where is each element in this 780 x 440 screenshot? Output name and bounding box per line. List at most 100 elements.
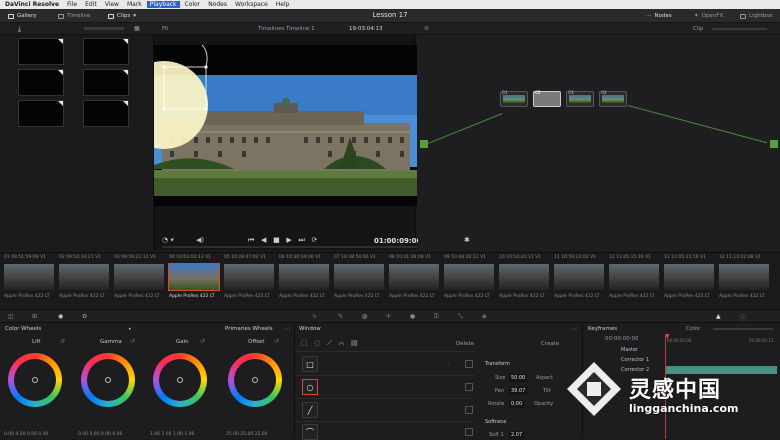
more-options-icon[interactable]: ⋯ <box>284 326 290 333</box>
node-mode-dropdown[interactable]: Clip <box>693 26 703 32</box>
clip-thumbnail[interactable]: 09 10:48:20:12 V1 Apple ProRes 422 LT <box>442 253 496 308</box>
gallery-still[interactable] <box>18 69 64 96</box>
camera-raw-icon[interactable]: ◫ <box>8 313 18 321</box>
clip-thumbnail[interactable]: 06 10:30:34:06 V1 Apple ProRes 422 LT <box>277 253 331 308</box>
curve-window-button[interactable]: ⌒ <box>302 424 318 440</box>
circle-tool-icon[interactable]: ◌ <box>314 339 320 347</box>
menu-mark[interactable]: Mark <box>127 1 142 8</box>
more-options-icon[interactable]: ⋯ <box>571 326 577 333</box>
blur-icon[interactable]: ● <box>410 313 420 321</box>
viewer-mode-icon[interactable]: ◔ ▾ <box>162 236 174 244</box>
clip-thumbnail[interactable]: 10 10:54:41:11 V1 Apple ProRes 422 LT <box>497 253 551 308</box>
tracker-icon[interactable]: ✛ <box>386 313 396 321</box>
keyframes-zoom-slider[interactable] <box>713 328 773 330</box>
window-enable-checkbox[interactable] <box>465 383 473 391</box>
clip-thumbnail[interactable]: 01 09:51:59:09 V1 Apple ProRes 422 LT <box>2 253 56 308</box>
clip-thumbnail-selected[interactable]: 04 10:03:04:13 V1 Apple ProRes 422 LT <box>167 253 221 308</box>
menu-help[interactable]: Help <box>276 1 290 8</box>
scopes-icon[interactable]: ▲ <box>716 313 726 321</box>
reset-gain-icon[interactable]: ↺ <box>200 338 205 345</box>
sizing-icon[interactable]: ⤡ <box>458 313 468 321</box>
keyframes-mode-dropdown[interactable]: Color <box>686 326 700 332</box>
curve-tool-icon[interactable]: ⌒ <box>339 339 345 347</box>
qualifier-icon[interactable]: ✎ <box>338 313 348 321</box>
menu-nodes[interactable]: Nodes <box>208 1 227 8</box>
clip-thumbnail[interactable]: 14 11:10:22:08 V1 Apple ProRes 422 LT <box>717 253 779 308</box>
gradient-tool-icon[interactable]: ▤ <box>351 339 358 347</box>
gallery-zoom-slider[interactable] <box>84 27 124 30</box>
create-button[interactable]: Create <box>541 341 559 347</box>
gallery-still[interactable] <box>18 38 64 65</box>
rgb-mixer-icon[interactable]: ✿ <box>82 313 92 321</box>
square-tool-icon[interactable]: ⬚ <box>301 339 308 347</box>
linear-window-button[interactable]: □ <box>302 356 318 372</box>
grid-icon[interactable]: ▦ <box>134 25 140 32</box>
reset-offset-icon[interactable]: ↺ <box>274 338 279 345</box>
viewer-scrubber[interactable] <box>162 246 417 248</box>
lift-wheel[interactable] <box>8 353 62 407</box>
reset-gamma-icon[interactable]: ↺ <box>130 338 135 345</box>
window-tool-icon[interactable]: ◎ <box>362 313 372 321</box>
menu-edit[interactable]: Edit <box>85 1 97 8</box>
invert-toggle[interactable]: ◦ <box>447 361 451 368</box>
clip-thumbnail[interactable]: 05 10:29:47:02 V1 Apple ProRes 422 LT <box>222 253 276 308</box>
go-to-start-icon[interactable]: ⏮ <box>248 236 254 244</box>
3d-icon[interactable]: ◈ <box>482 313 492 321</box>
color-match-icon[interactable]: ⊞ <box>32 313 42 321</box>
viewer-frame[interactable] <box>154 45 417 206</box>
node-editor[interactable]: 01 02 03 04 <box>418 35 780 250</box>
node-02[interactable]: 02 <box>533 91 561 107</box>
download-icon[interactable]: ⤓ <box>18 25 21 34</box>
gallery-still[interactable] <box>18 100 64 127</box>
loop-icon[interactable]: ⟳ <box>311 236 317 244</box>
key-icon[interactable]: ⚿ <box>434 313 444 321</box>
clip-thumbnail[interactable]: 12 11:05:15:16 V1 Apple ProRes 422 LT <box>607 253 661 308</box>
play-icon[interactable]: ▶ <box>286 236 291 244</box>
size-field[interactable]: 50.00 <box>509 374 528 382</box>
polygon-window-button[interactable]: ╱ <box>302 402 318 418</box>
app-name[interactable]: DaVinci Resolve <box>5 1 59 8</box>
reverse-play-icon[interactable]: ◀ <box>261 236 266 244</box>
stop-icon[interactable]: ■ <box>273 236 280 244</box>
color-wheels-icon[interactable]: ◉ <box>58 313 68 321</box>
clip-thumbnail[interactable]: 07 10:38:50:06 V1 Apple ProRes 422 LT <box>332 253 386 308</box>
wheels-mode-dropdown[interactable]: Primaries Wheels <box>225 326 273 332</box>
clip-thumbnail[interactable]: 08 10:41:36:08 V1 Apple ProRes 422 LT <box>387 253 441 308</box>
gain-wheel[interactable] <box>153 353 207 407</box>
volume-icon[interactable]: ◀) <box>196 236 204 244</box>
circle-window-button[interactable]: ○ <box>302 379 318 395</box>
gamma-wheel[interactable] <box>81 353 135 407</box>
gallery-still[interactable] <box>83 38 129 65</box>
window-enable-checkbox[interactable] <box>465 428 473 436</box>
timeline-selector[interactable]: Timelines Timeline 1 <box>258 26 315 32</box>
menu-file[interactable]: File <box>67 1 77 8</box>
go-to-end-icon[interactable]: ⏭ <box>298 236 304 244</box>
menu-workspace[interactable]: Workspace <box>235 1 268 8</box>
fit-dropdown[interactable]: Fit <box>162 26 168 32</box>
clip-thumbnail[interactable]: 03 09:56:21:12 V1 Apple ProRes 422 LT <box>112 253 166 308</box>
reset-lift-icon[interactable]: ↺ <box>60 338 65 345</box>
clip-thumbnail[interactable]: 13 11:05:25:16 V1 Apple ProRes 422 LT <box>662 253 716 308</box>
clip-thumbnail[interactable]: 02 09:54:34:21 V1 Apple ProRes 422 LT <box>57 253 111 308</box>
delete-button[interactable]: Delete <box>456 341 474 347</box>
settings-icon[interactable]: ⊘ <box>424 25 429 32</box>
gallery-still[interactable] <box>83 100 129 127</box>
soft1-field[interactable]: 2.07 <box>509 431 525 439</box>
menu-view[interactable]: View <box>105 1 119 8</box>
node-03[interactable]: 03 <box>566 91 594 107</box>
polygon-tool-icon[interactable]: ⟋ <box>327 339 332 347</box>
node-01[interactable]: 01 <box>500 91 528 107</box>
menu-color[interactable]: Color <box>185 1 201 8</box>
clip-thumbnail[interactable]: 11 10:59:23:02 V1 Apple ProRes 422 LT <box>552 253 606 308</box>
node-04[interactable]: 04 <box>599 91 627 107</box>
window-enable-checkbox[interactable] <box>465 360 473 368</box>
gallery-still[interactable] <box>83 69 129 96</box>
rotate-field[interactable]: 0.00 <box>509 400 525 408</box>
offset-wheel[interactable] <box>228 353 282 407</box>
menu-playback[interactable]: Playback <box>146 1 180 8</box>
node-zoom-slider[interactable] <box>712 28 767 30</box>
info-icon[interactable]: ⓘ <box>740 313 750 322</box>
curves-icon[interactable]: ∿ <box>312 313 322 321</box>
window-enable-checkbox[interactable] <box>465 406 473 414</box>
pan-field[interactable]: 39.07 <box>509 387 528 395</box>
